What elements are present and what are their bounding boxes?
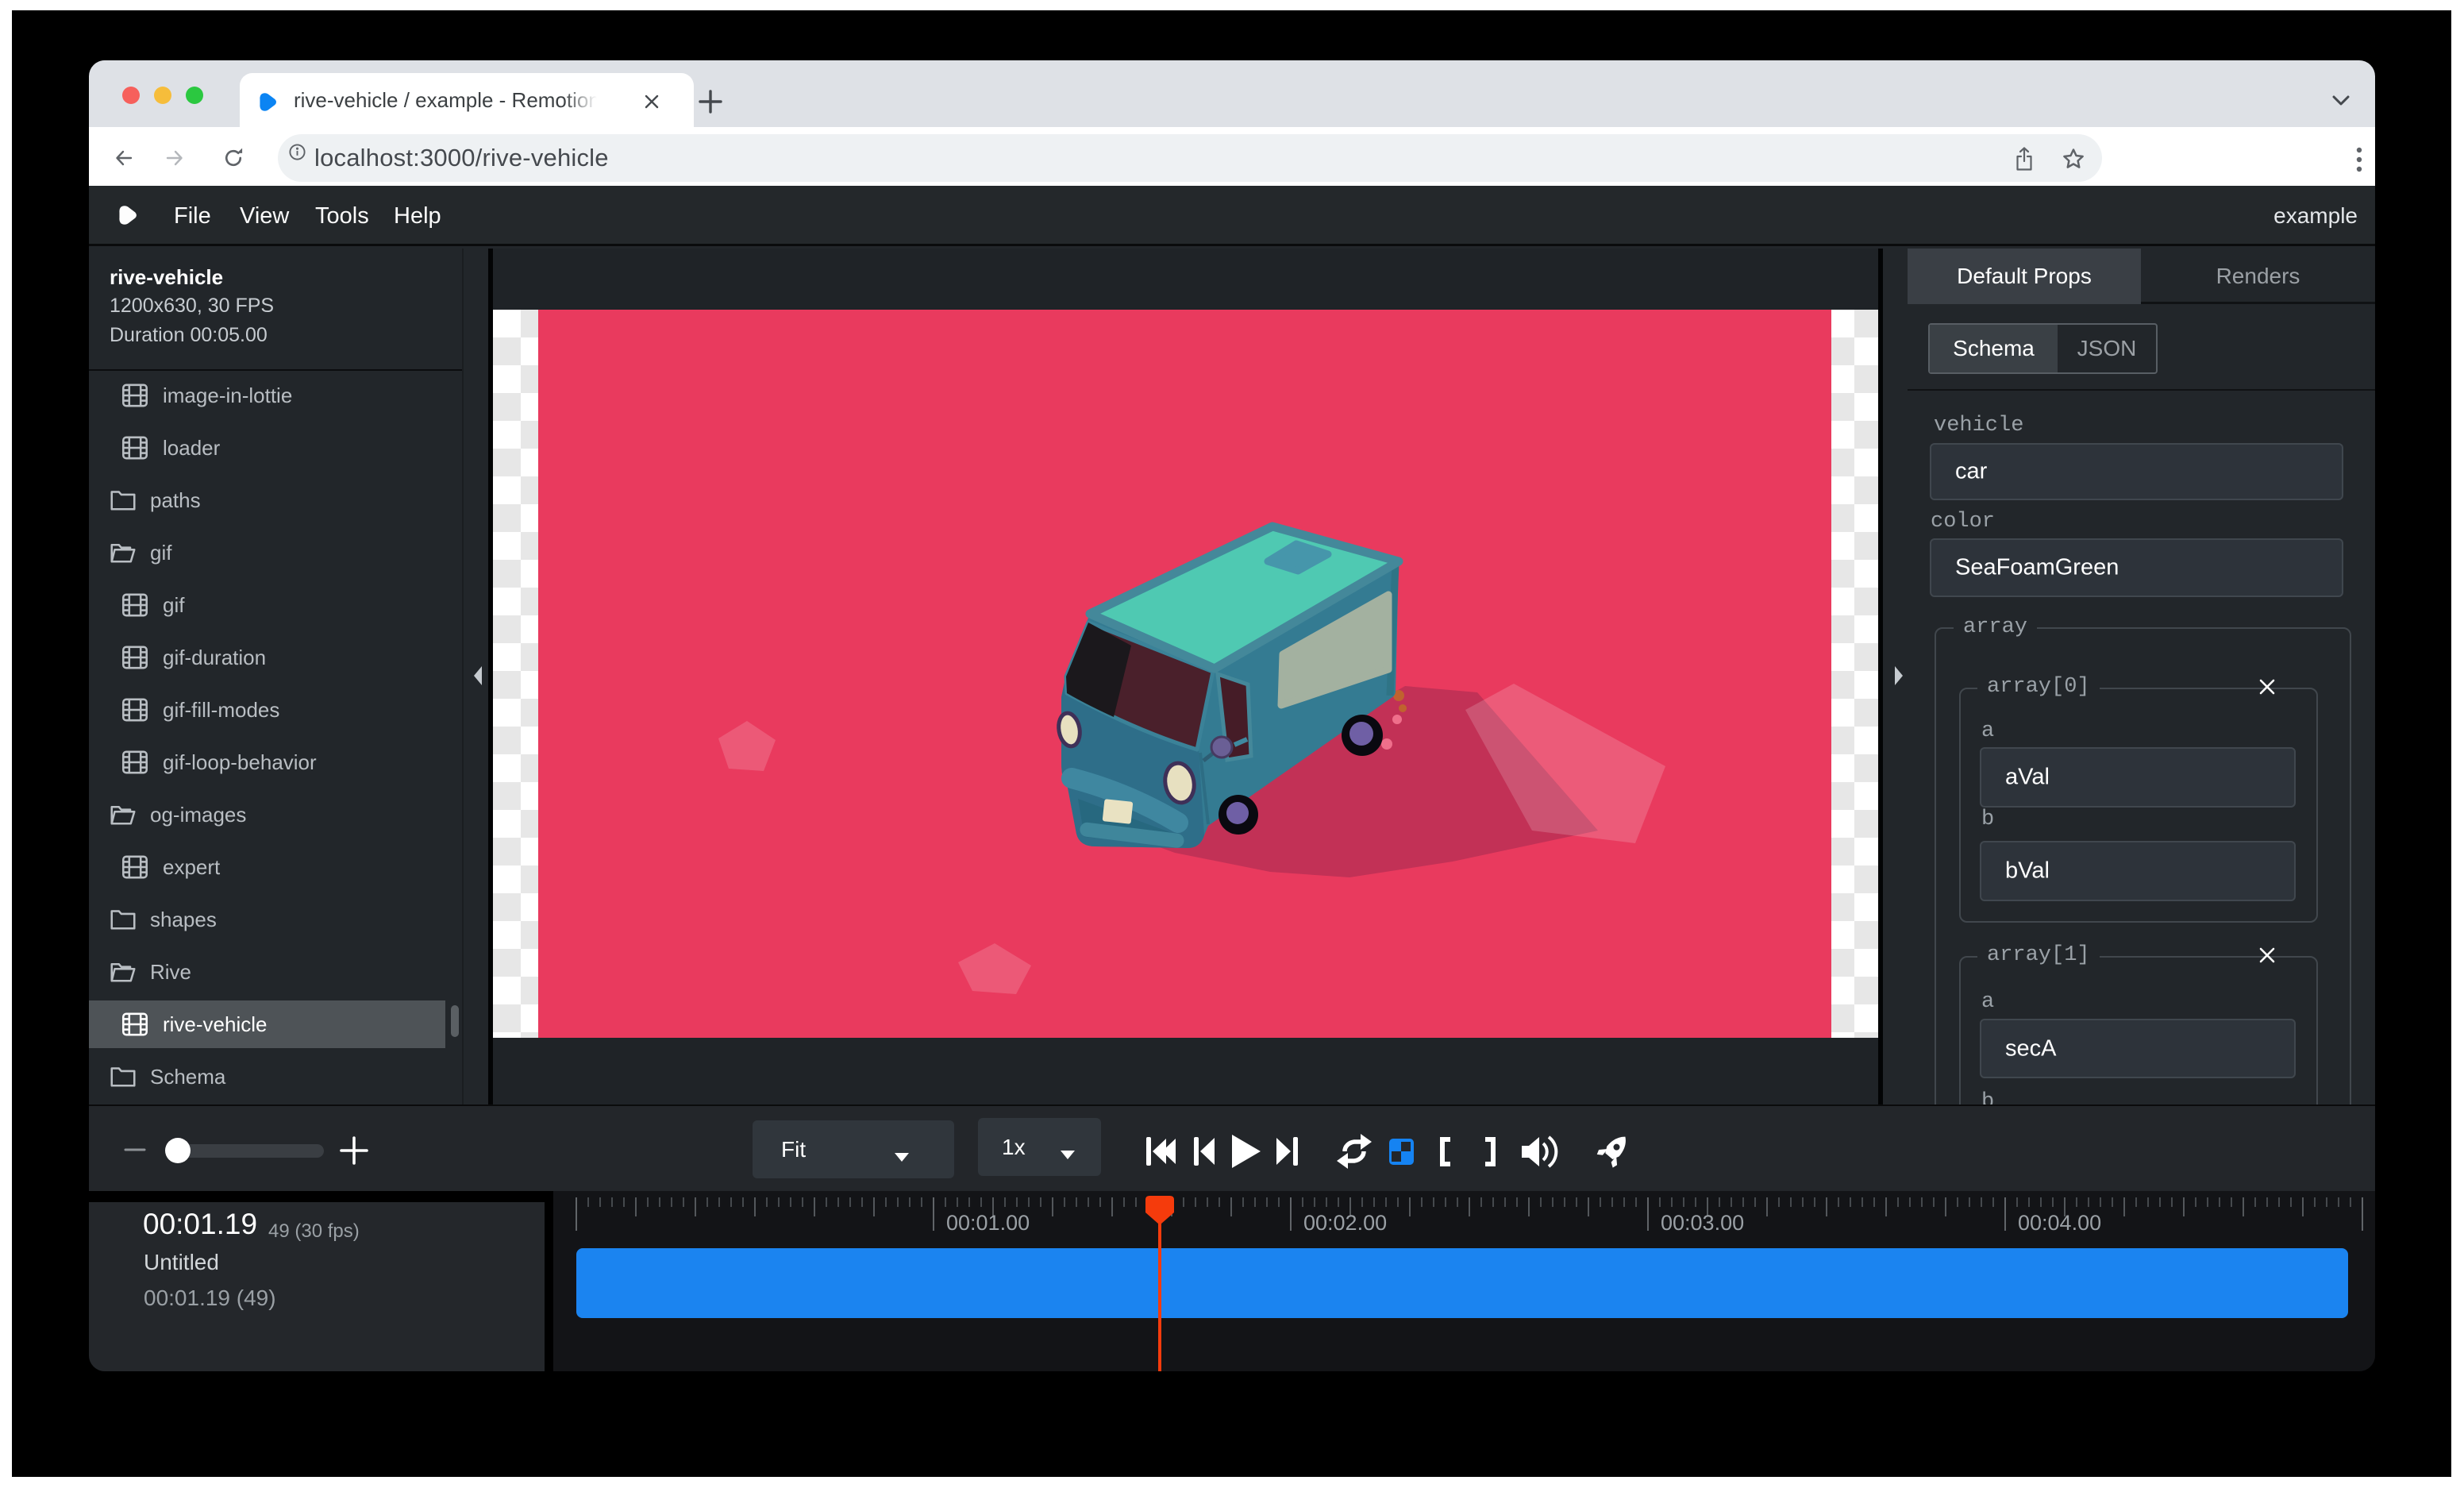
svg-text:00:04.00: 00:04.00 — [2018, 1211, 2101, 1235]
svg-text:00:03.00: 00:03.00 — [1661, 1211, 1744, 1235]
svg-text:00:02.00: 00:02.00 — [1303, 1211, 1387, 1235]
svg-text:00:01.00: 00:01.00 — [946, 1211, 1030, 1235]
